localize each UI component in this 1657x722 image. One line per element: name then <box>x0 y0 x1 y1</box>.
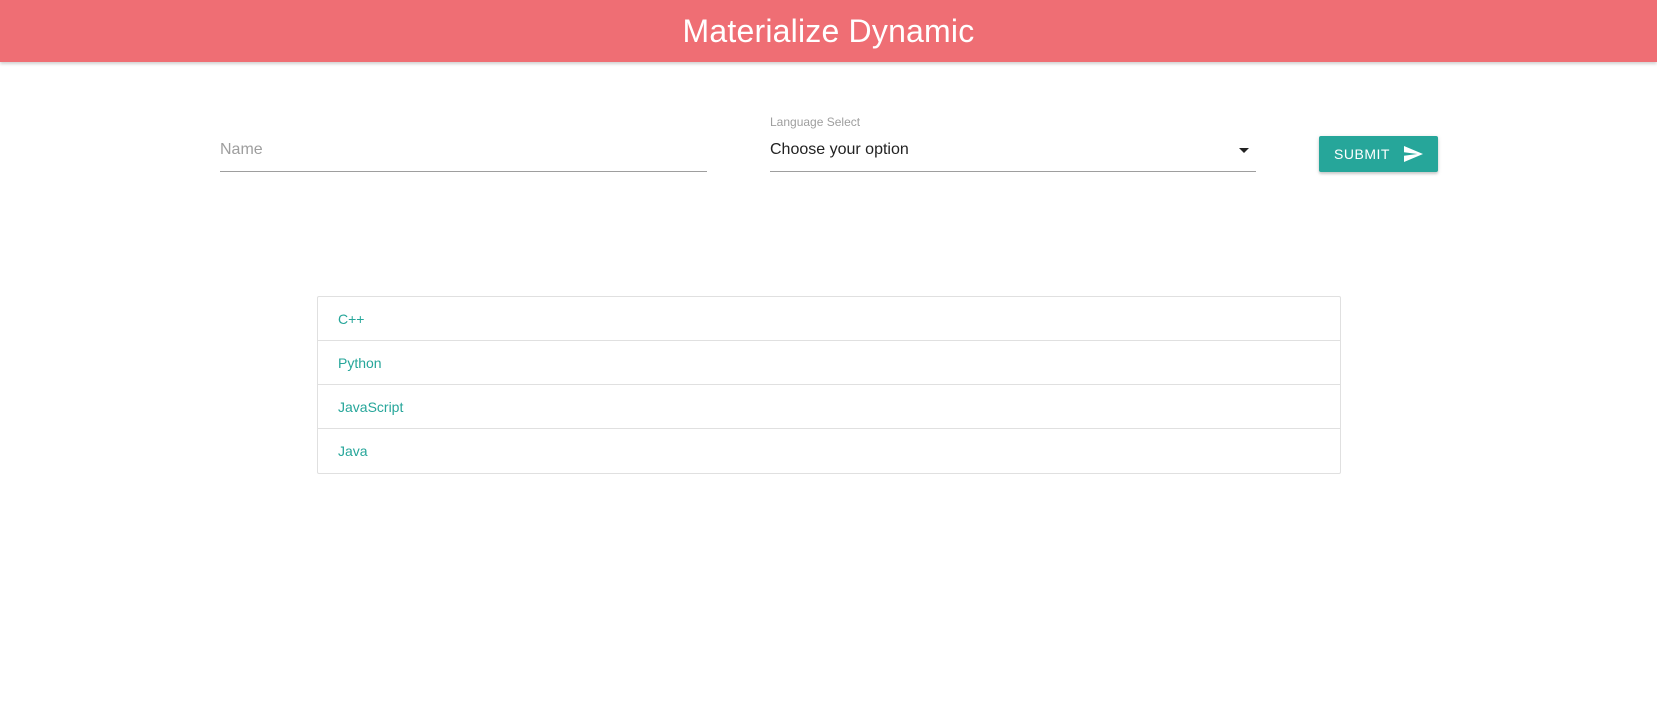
language-list: C++ Python JavaScript Java <box>317 296 1341 474</box>
language-item-java[interactable]: Java <box>318 429 1340 473</box>
language-select-label: Language Select <box>770 115 861 129</box>
language-item-cpp[interactable]: C++ <box>318 297 1340 341</box>
language-select[interactable]: Choose your option <box>770 128 1256 172</box>
language-item-python[interactable]: Python <box>318 341 1340 385</box>
send-icon <box>1403 146 1423 162</box>
caret-down-icon <box>1239 148 1249 153</box>
name-input[interactable] <box>220 128 707 172</box>
app-title: Materialize Dynamic <box>682 12 975 49</box>
submit-button-label: SUBMIT <box>1334 146 1390 162</box>
submit-button[interactable]: SUBMIT <box>1319 136 1438 172</box>
language-item-javascript[interactable]: JavaScript <box>318 385 1340 429</box>
language-select-value: Choose your option <box>770 140 909 158</box>
navbar: Materialize Dynamic <box>0 0 1657 62</box>
